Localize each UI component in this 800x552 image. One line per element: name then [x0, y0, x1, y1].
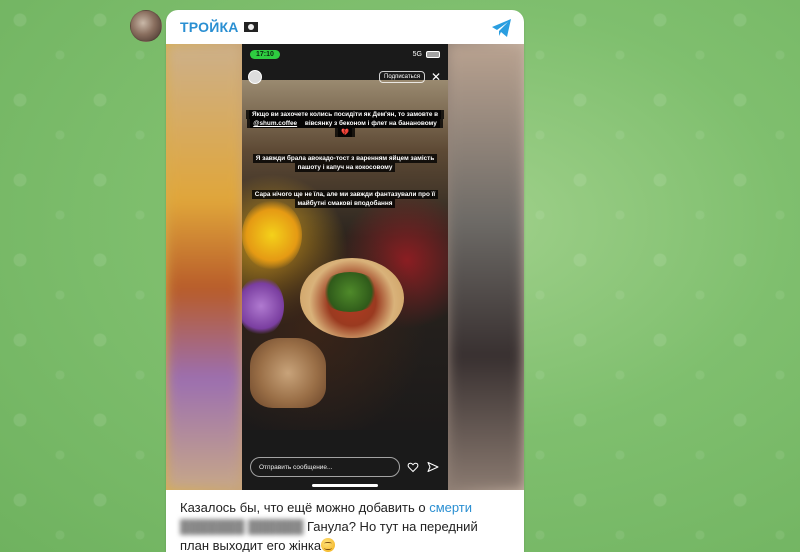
blurred-text[interactable]: ███████ ██████ [180, 519, 303, 534]
grinning-emoji-icon [321, 538, 336, 552]
message-link[interactable]: смерти [429, 500, 472, 515]
heart-icon[interactable] [406, 460, 420, 474]
close-icon[interactable]: ✕ [430, 71, 442, 83]
subscribe-button[interactable]: Подписаться [379, 71, 425, 83]
media-blur-left [166, 44, 242, 490]
story-avatar[interactable] [248, 70, 262, 84]
home-indicator [312, 484, 378, 487]
caption-1-before: Якщо ви захочете колись посидіти як Дем'… [249, 110, 442, 119]
message-header: ТРОЙКА [166, 10, 524, 44]
battery-icon [426, 50, 440, 58]
story-header: Подписаться ✕ [242, 66, 448, 88]
message-text: Казалось бы, что ещё можно добавить о см… [180, 498, 510, 552]
media-photo[interactable]: 17:10 5G Подписаться ✕ Якщо ви захочете … [166, 44, 524, 490]
microgreens [320, 272, 380, 312]
caption-1-mention[interactable]: @shum.coffee [250, 119, 301, 128]
send-icon[interactable] [426, 460, 440, 474]
bread-slice [250, 338, 326, 408]
caption-2-text: Я завжди брала авокадо-тост з варенням я… [252, 154, 438, 172]
media-blur-right [448, 44, 524, 490]
story-reply-row: Отправить сообщение... [250, 456, 440, 478]
story-screenshot: 17:10 5G Подписаться ✕ Якщо ви захочете … [242, 44, 448, 490]
story-caption-1: Якщо ви захочете колись посидіти як Дем'… [246, 110, 445, 137]
story-caption-3: Сара нічого ще не їла, але ми завжди фан… [246, 190, 444, 208]
message-bubble: ТРОЙКА 17:10 5G Подписаться ✕ Якщо ви за… [166, 10, 524, 552]
channel-name[interactable]: ТРОЙКА [180, 19, 239, 35]
caption-3-text: Сара нічого ще не їла, але ми завжди фан… [251, 190, 439, 208]
pirate-flag-icon [243, 22, 258, 32]
network-label: 5G [412, 50, 422, 58]
channel-avatar[interactable] [130, 10, 162, 42]
yellow-flowers [242, 200, 302, 270]
story-caption-2: Я завжди брала авокадо-тост з варенням я… [246, 154, 444, 172]
purple-flower [242, 276, 284, 336]
status-indicators: 5G [412, 50, 440, 58]
telegram-share-icon[interactable] [490, 16, 514, 40]
phone-status-bar: 17:10 5G [242, 44, 448, 64]
message-text-before: Казалось бы, что ещё можно добавить о [180, 500, 430, 515]
caption-1-after: вівсянку з беконом і флет на банановому … [300, 119, 440, 137]
status-time: 17:10 [250, 49, 280, 59]
reply-input[interactable]: Отправить сообщение... [250, 457, 400, 477]
